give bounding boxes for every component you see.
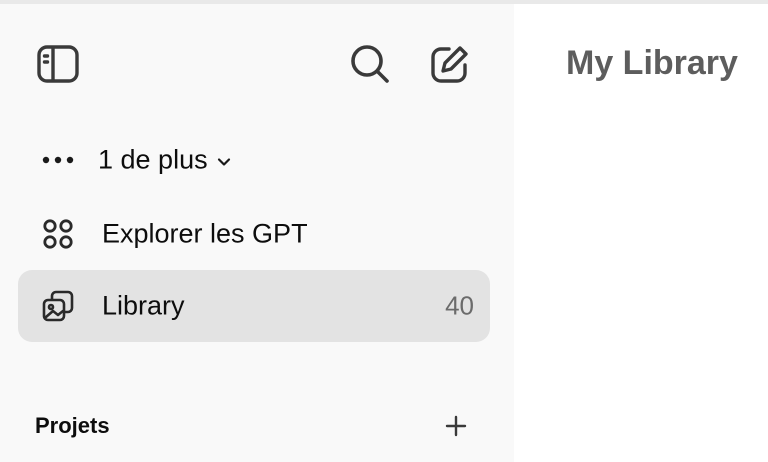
images-icon <box>40 288 76 324</box>
new-chat-icon <box>429 43 471 85</box>
projects-section-title: Projets <box>35 413 110 438</box>
ellipsis-icon <box>40 142 76 178</box>
plus-icon <box>445 415 467 442</box>
library-count-badge: 40 <box>445 290 474 321</box>
grid-dots-icon <box>40 216 76 252</box>
page-title: My Library <box>566 44 738 82</box>
search-button[interactable] <box>344 38 396 90</box>
sidebar-item-library[interactable]: Library 40 <box>18 270 490 342</box>
sidebar: 1 de plus Explorer les GPT Library 40 Pr… <box>0 4 514 462</box>
more-items-label: 1 de plus <box>98 145 232 176</box>
sidebar-item-label: Explorer les GPT <box>102 218 308 249</box>
new-chat-button[interactable] <box>424 38 476 90</box>
add-project-button[interactable] <box>436 408 476 448</box>
sidebar-toggle-button[interactable] <box>32 38 84 90</box>
sidebar-item-explore-gpts[interactable]: Explorer les GPT <box>18 198 490 270</box>
chevron-down-icon <box>216 144 232 175</box>
search-icon <box>349 43 391 85</box>
main-content: My Library <box>514 4 768 462</box>
sidebar-toggle-icon <box>36 44 80 84</box>
sidebar-item-label: Library <box>102 290 185 321</box>
more-items-toggle[interactable]: 1 de plus <box>18 128 490 192</box>
